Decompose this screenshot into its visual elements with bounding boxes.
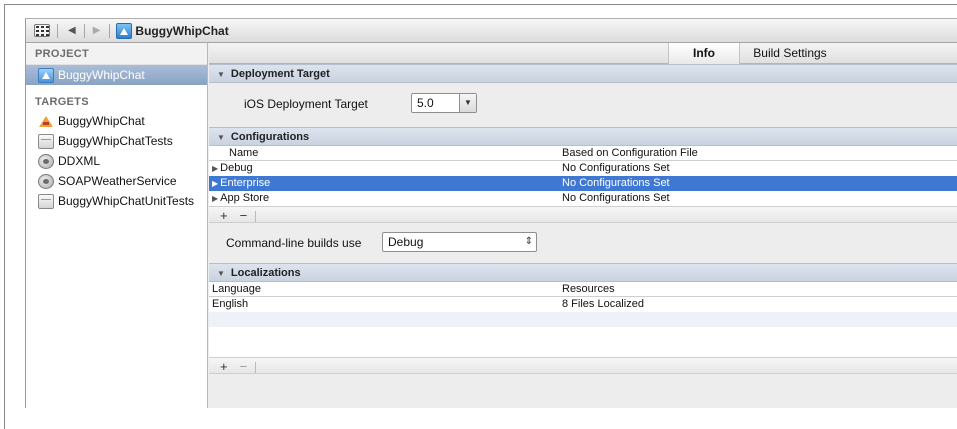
disclosure-triangle-icon[interactable]: ▶ — [212, 164, 218, 173]
table-row[interactable]: ▶ App Store No Configurations Set — [209, 191, 957, 206]
deployment-target-body: iOS Deployment Target 5.0 ▼ — [209, 83, 957, 127]
configuration-name: App Store — [220, 192, 270, 204]
bundle-icon — [38, 193, 54, 209]
column-header-language[interactable]: Language — [212, 282, 261, 297]
empty-table-area — [209, 327, 957, 357]
table-header: Language Resources — [209, 282, 957, 297]
target-label: BuggyWhipChat — [58, 114, 145, 128]
localizations-table: Language Resources English 8 Files Local… — [209, 282, 957, 357]
target-item-buggywhipchattests[interactable]: BuggyWhipChatTests — [26, 131, 207, 151]
library-icon — [38, 173, 54, 189]
localization-resources: 8 Files Localized — [562, 298, 644, 310]
table-row[interactable]: English 8 Files Localized — [209, 297, 957, 312]
project-item-label: BuggyWhipChat — [58, 68, 145, 82]
configuration-file: No Configurations Set — [562, 177, 670, 189]
section-title: Localizations — [230, 267, 301, 279]
command-line-builds-body: Command-line builds use Debug ⇕ — [209, 223, 957, 263]
jump-bar-divider — [83, 23, 85, 38]
xcode-project-editor: ◀ ▶ BuggyWhipChat PROJECT BuggyWhipChat … — [25, 18, 957, 408]
back-arrow-icon[interactable]: ◀ — [68, 25, 76, 36]
ios-deployment-target-value[interactable]: 5.0 — [417, 96, 434, 110]
project-item-buggywhipchat[interactable]: BuggyWhipChat — [26, 65, 207, 85]
app-target-icon — [38, 114, 54, 129]
related-items-grid-icon[interactable] — [34, 24, 50, 37]
jump-bar: ◀ ▶ BuggyWhipChat — [26, 19, 957, 43]
chevron-down-icon[interactable]: ▼ — [459, 94, 476, 112]
empty-table-row — [209, 312, 957, 327]
project-file-icon — [38, 67, 54, 83]
column-header-name[interactable]: Name — [229, 146, 258, 161]
project-navigator: PROJECT BuggyWhipChat TARGETS BuggyWhipC… — [26, 43, 208, 408]
jump-bar-divider — [57, 23, 58, 38]
disclosure-triangle-icon[interactable]: ▼ — [217, 264, 225, 283]
divider — [255, 211, 257, 223]
table-row[interactable]: ▶ Enterprise No Configurations Set — [209, 176, 957, 191]
command-line-builds-label: Command-line builds use — [226, 236, 362, 250]
editor-tab-bar: Info Build Settings — [209, 43, 957, 64]
jump-bar-project-name[interactable]: BuggyWhipChat — [135, 24, 228, 38]
target-item-buggywhipchat[interactable]: BuggyWhipChat — [26, 111, 207, 131]
jump-bar-divider — [109, 23, 111, 38]
target-label: BuggyWhipChatUnitTests — [58, 194, 195, 208]
configuration-name: Enterprise — [220, 177, 271, 189]
popup-arrows-icon: ⇕ — [524, 236, 534, 247]
target-label: DDXML — [58, 154, 101, 168]
table-header: Name Based on Configuration File — [209, 146, 957, 161]
disclosure-triangle-icon[interactable]: ▶ — [212, 179, 218, 188]
project-section-header: PROJECT — [26, 43, 207, 65]
configurations-add-remove-bar: + − — [209, 206, 957, 223]
disclosure-triangle-icon[interactable]: ▶ — [212, 194, 218, 203]
target-label: BuggyWhipChatTests — [58, 134, 173, 148]
target-label: SOAPWeatherService — [58, 174, 177, 188]
targets-section-header: TARGETS — [35, 96, 89, 108]
configuration-name: Debug — [220, 162, 253, 174]
localization-language: English — [212, 298, 249, 310]
remove-localization-button[interactable]: − — [240, 359, 248, 374]
add-localization-button[interactable]: + — [220, 359, 228, 374]
section-title: Deployment Target — [230, 68, 330, 80]
command-line-builds-popup[interactable]: Debug ⇕ — [382, 232, 537, 252]
ios-deployment-target-label: iOS Deployment Target — [244, 97, 368, 111]
section-title: Configurations — [230, 131, 310, 143]
disclosure-triangle-icon[interactable]: ▼ — [217, 65, 225, 84]
deployment-target-section-header[interactable]: ▼ Deployment Target — [209, 64, 957, 83]
project-settings-editor: Info Build Settings ▼ Deployment Target i… — [209, 43, 957, 408]
project-file-icon — [116, 22, 133, 39]
divider — [255, 362, 257, 374]
tab-info[interactable]: Info — [668, 43, 740, 64]
target-item-ddxml[interactable]: DDXML — [26, 151, 207, 171]
bundle-icon — [38, 133, 54, 149]
library-icon — [38, 153, 54, 169]
add-configuration-button[interactable]: + — [220, 208, 228, 223]
localizations-section-header[interactable]: ▼ Localizations — [209, 263, 957, 282]
table-row[interactable]: ▶ Debug No Configurations Set — [209, 161, 957, 176]
remove-configuration-button[interactable]: − — [240, 208, 248, 223]
target-item-buggywhipchatunittests[interactable]: BuggyWhipChatUnitTests — [26, 191, 207, 211]
column-header-config-file[interactable]: Based on Configuration File — [562, 146, 698, 161]
localizations-add-remove-bar: + − — [209, 357, 957, 374]
configuration-file: No Configurations Set — [562, 162, 670, 174]
configurations-section-header[interactable]: ▼ Configurations — [209, 127, 957, 146]
disclosure-triangle-icon[interactable]: ▼ — [217, 128, 225, 147]
tab-build-settings[interactable]: Build Settings — [740, 43, 840, 64]
ios-deployment-target-combobox[interactable]: 5.0 ▼ — [411, 93, 477, 113]
column-header-resources[interactable]: Resources — [562, 282, 615, 297]
forward-arrow-icon[interactable]: ▶ — [93, 25, 101, 36]
command-line-builds-value: Debug — [388, 235, 424, 249]
target-item-soapweatherservice[interactable]: SOAPWeatherService — [26, 171, 207, 191]
configuration-file: No Configurations Set — [562, 192, 670, 204]
configurations-table: Name Based on Configuration File ▶ Debug … — [209, 146, 957, 206]
